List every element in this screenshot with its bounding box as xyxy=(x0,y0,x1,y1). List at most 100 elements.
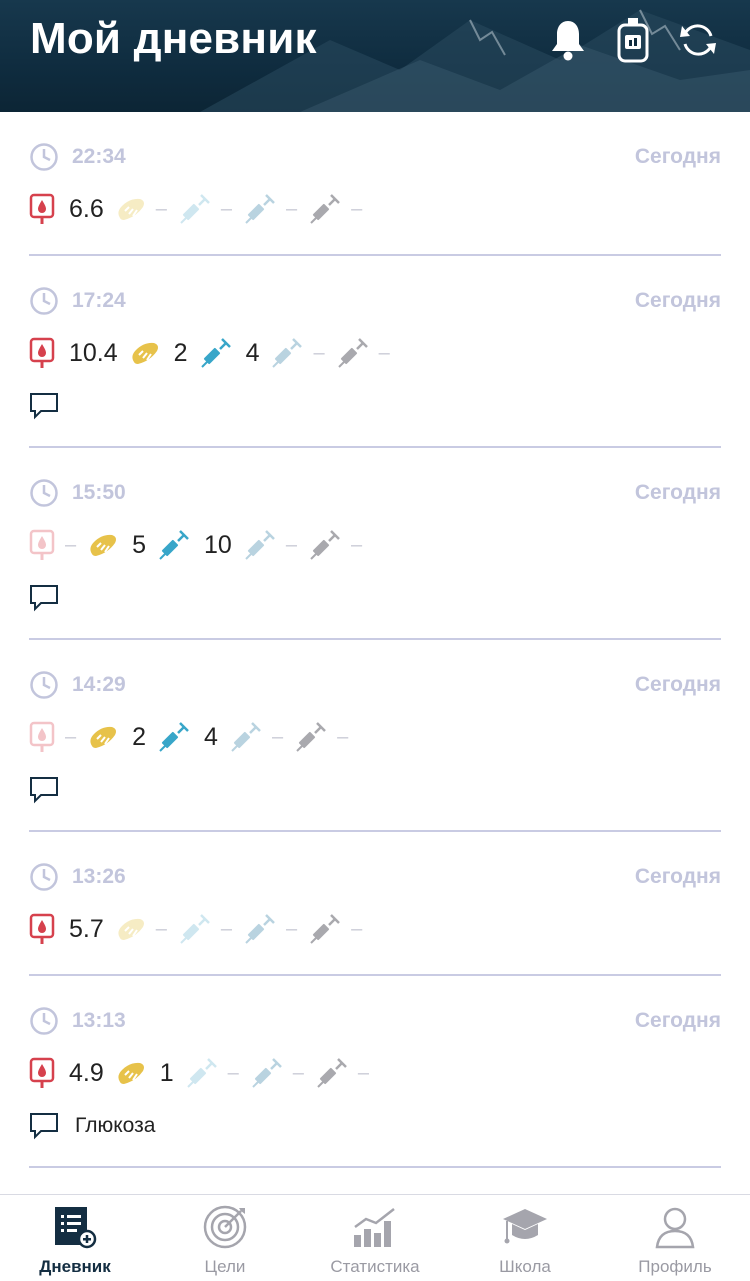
diary-entry[interactable]: 14:29 Сегодня –2 4– – xyxy=(29,640,721,832)
bell-icon[interactable] xyxy=(546,16,590,64)
long-insulin: – xyxy=(244,193,297,225)
tab-label: Статистика xyxy=(330,1257,420,1276)
other-insulin: – xyxy=(316,1057,369,1089)
tab-label: Профиль xyxy=(638,1257,712,1276)
entry-values: 5.7– – – – xyxy=(29,904,721,954)
diary-entry[interactable]: 13:26 Сегодня 5.7– – – – xyxy=(29,832,721,976)
bread-units-text: 1 xyxy=(159,1058,174,1087)
entry-values: –5 10– – xyxy=(29,520,721,570)
bread-units: 1 xyxy=(116,1059,174,1088)
short-insulin-text: 4 xyxy=(245,338,260,367)
long-insulin: – xyxy=(251,1057,304,1089)
comment-icon xyxy=(30,1113,58,1140)
bread-icon xyxy=(118,198,144,220)
glucose-value-text: 5.7 xyxy=(69,914,104,943)
bread-units-text: 5 xyxy=(132,530,147,559)
diary-entry[interactable]: 22:34 Сегодня 6.6– – – – xyxy=(29,112,721,256)
tab-profile[interactable]: Профиль xyxy=(600,1195,750,1281)
short-insulin: 4 xyxy=(158,721,218,753)
long-insulin-icon xyxy=(245,914,275,944)
entry-time: 13:13 xyxy=(72,1009,126,1032)
other-insulin-icon xyxy=(337,338,368,368)
short-insulin-icon xyxy=(180,194,210,224)
short-insulin: 4 xyxy=(200,337,260,369)
short-insulin: – xyxy=(179,193,232,225)
glucose-icon xyxy=(29,337,55,368)
glucose-icon xyxy=(29,1057,55,1088)
diary-entry[interactable]: 15:50 Сегодня –5 10– – xyxy=(29,448,721,640)
other-insulin-icon xyxy=(310,530,340,560)
short-insulin: – xyxy=(179,913,232,945)
long-insulin-icon xyxy=(245,194,275,224)
comment-icon xyxy=(30,393,58,420)
bread-units: – xyxy=(116,916,167,942)
short-insulin: 10 xyxy=(158,529,232,561)
other-insulin-icon xyxy=(310,914,341,944)
clock-icon xyxy=(30,863,58,891)
entry-time: 14:29 xyxy=(72,673,126,696)
entry-values: 6.6– – – – xyxy=(29,184,721,234)
page-title: Мой дневник xyxy=(30,14,317,63)
entry-comment xyxy=(29,578,721,618)
clock-icon xyxy=(30,143,58,171)
glucose-value: – xyxy=(29,529,76,561)
comment-icon xyxy=(30,777,58,804)
bread-units-text: 2 xyxy=(173,338,188,367)
sync-icon[interactable] xyxy=(676,16,720,64)
entry-day: Сегодня xyxy=(634,865,721,888)
bread-icon xyxy=(118,1062,144,1084)
glucose-icon xyxy=(29,913,55,944)
graduation-cap-icon xyxy=(503,1209,547,1244)
bread-units: – xyxy=(116,196,167,222)
glucose-value-text: 6.6 xyxy=(69,194,104,223)
tab-label: Школа xyxy=(499,1257,551,1276)
glucose-value: 5.7 xyxy=(29,913,104,945)
bread-units-text: 2 xyxy=(132,722,147,751)
clock-icon xyxy=(30,479,58,507)
entry-day: Сегодня xyxy=(634,673,721,696)
diary-entry[interactable]: 13:13 Сегодня 4.9 1– – – Глюкоза xyxy=(29,976,721,1168)
app-header: Мой дневник xyxy=(0,0,750,112)
short-insulin-icon xyxy=(159,722,189,752)
other-insulin: – xyxy=(309,529,362,561)
profile-icon xyxy=(655,1207,695,1249)
clock-icon xyxy=(30,287,58,315)
entry-header: 13:13 Сегодня xyxy=(29,976,721,1036)
bread-units: 5 xyxy=(88,531,146,560)
entry-day: Сегодня xyxy=(634,1009,721,1032)
glucose-icon xyxy=(29,193,55,224)
clock-icon xyxy=(30,1007,58,1035)
long-insulin: – xyxy=(244,913,297,945)
entry-values: 10.4 2 4– – xyxy=(29,328,721,378)
entry-time: 22:34 xyxy=(72,145,126,168)
long-insulin: – xyxy=(271,337,325,369)
bread-units: 2 xyxy=(130,339,188,368)
diary-entry[interactable]: 17:24 Сегодня 10.4 2 4– – xyxy=(29,256,721,448)
other-insulin-icon xyxy=(310,194,341,224)
short-insulin-icon xyxy=(180,914,210,944)
chart-icon xyxy=(354,1208,395,1247)
tab-goals[interactable]: Цели xyxy=(150,1195,300,1281)
diary-feed[interactable]: 22:34 Сегодня 6.6– – – –17:24 Сегодня 10.4 2 4– –1… xyxy=(0,112,750,1194)
other-insulin: – xyxy=(309,913,362,945)
tab-statistics[interactable]: Статистика xyxy=(300,1195,450,1281)
tab-label: Дневник xyxy=(39,1257,111,1276)
glucometer-icon[interactable] xyxy=(611,16,655,64)
short-insulin-icon xyxy=(159,530,189,560)
other-insulin: – xyxy=(309,193,362,225)
other-insulin: – xyxy=(295,721,348,753)
entry-comment xyxy=(29,386,721,426)
tab-diary[interactable]: Дневник xyxy=(0,1195,150,1281)
tab-school[interactable]: Школа xyxy=(450,1195,600,1281)
entry-comment xyxy=(29,770,721,810)
long-insulin-icon xyxy=(231,722,261,752)
entry-time: 13:26 xyxy=(72,865,126,888)
glucose-icon xyxy=(29,529,55,560)
entry-header: 17:24 Сегодня xyxy=(29,256,721,316)
glucose-value: 10.4 xyxy=(29,337,118,369)
other-insulin-icon xyxy=(317,1058,347,1088)
tab-label: Цели xyxy=(204,1257,246,1276)
diary-entry-partial[interactable] xyxy=(29,1168,721,1194)
entry-day: Сегодня xyxy=(634,481,721,504)
target-icon xyxy=(203,1205,247,1249)
